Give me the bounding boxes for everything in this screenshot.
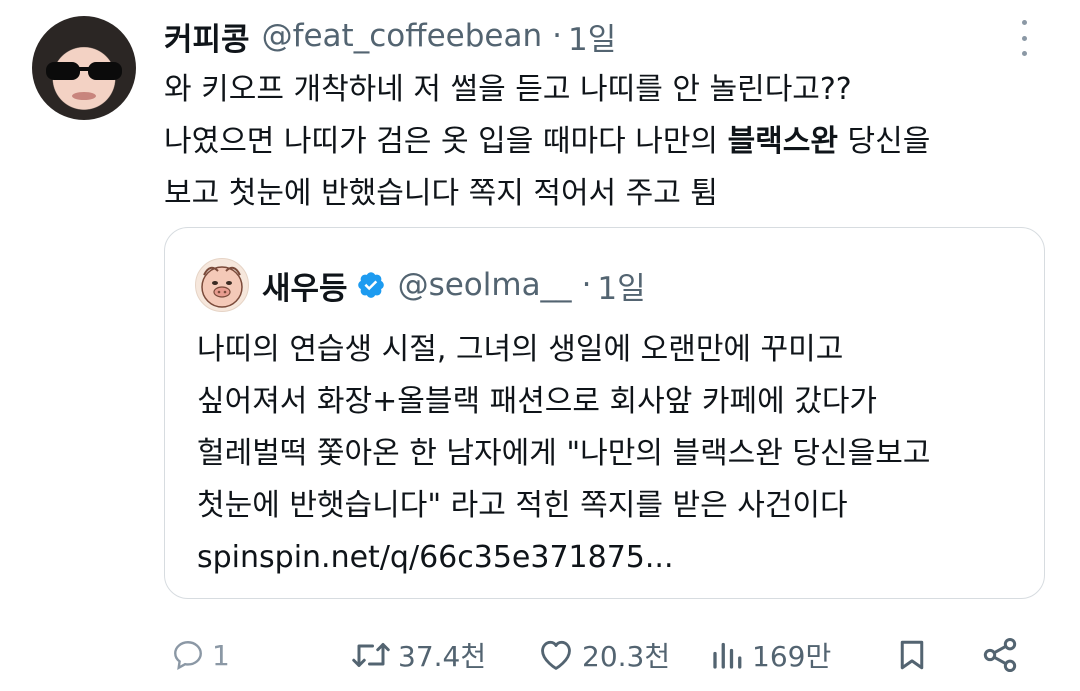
retweet-icon (352, 643, 390, 667)
quoted-author-avatar[interactable] (195, 258, 249, 312)
reply-icon (174, 641, 202, 670)
quoted-tweet-text: 나띠의 연습생 시절, 그녀의 생일에 오랜만에 꾸미고 싶어져서 화장+올블랙… (197, 324, 1027, 584)
quoted-text-line: 싶어져서 화장+올블랙 패션으로 회사앞 카페에 갔다가 (197, 384, 878, 419)
tweet-timestamp[interactable]: 1일 (568, 14, 616, 59)
cartoon-face-icon (201, 266, 243, 308)
like-count: 20.3천 (582, 640, 671, 673)
author-avatar[interactable] (32, 16, 136, 120)
quoted-tweet-card[interactable]: 새우등 @seolma__ · 1일 나띠의 연습생 시절, 그녀의 생일에 오… (164, 227, 1045, 599)
tweet-text-line: 보고 첫눈에 반했습니다 쪽지 적어서 주고 튐 (164, 176, 719, 211)
views-chart-icon (713, 642, 742, 669)
tweet-text-line: 나였으면 나띠가 검은 옷 입을 때마다 나만의 블랙스완 당신을 (164, 116, 1044, 168)
tweet-text: 와 키오프 개착하네 저 썰을 듣고 나띠를 안 놀린다고?? 나였으면 나띠가… (164, 64, 1044, 220)
separator-dot: · (581, 267, 592, 303)
reply-count: 1 (212, 638, 230, 672)
avatar-lips (72, 92, 96, 100)
author-display-name[interactable]: 커피콩 (164, 14, 250, 59)
tweet-text-line: 와 키오프 개착하네 저 썰을 듣고 나띠를 안 놀린다고?? (164, 72, 852, 107)
share-button[interactable] (980, 630, 1020, 680)
sunglasses-icon (46, 62, 122, 80)
tweet-text-fragment: 나였으면 나띠가 검은 옷 입을 때마다 나만의 (164, 124, 728, 159)
tweet-text-bold: 블랙스완 (727, 124, 838, 159)
heart-icon (541, 640, 571, 670)
share-icon (983, 638, 1017, 672)
quoted-link[interactable]: spinspin.net/q/66c35e371875... (197, 532, 1027, 584)
views-button[interactable]: 169만 (708, 630, 831, 680)
reply-button[interactable]: 1 (170, 630, 230, 680)
quoted-tweet-header: 새우등 @seolma__ · 1일 (262, 260, 646, 310)
retweet-button[interactable]: 37.4천 (350, 630, 486, 680)
quoted-author-handle[interactable]: @seolma__ (398, 267, 572, 303)
separator-dot: · (552, 18, 562, 54)
tweet-header: 커피콩 @feat_coffeebean · 1일 (164, 14, 616, 58)
bookmark-button[interactable] (894, 630, 930, 680)
quoted-text-line: 나띠의 연습생 시절, 그녀의 생일에 오랜만에 꾸미고 (197, 332, 844, 367)
view-count: 169만 (752, 640, 832, 673)
retweet-count: 37.4천 (398, 640, 487, 673)
action-bar: 1 37.4천 20.3천 169만 (164, 630, 1044, 680)
verified-badge-icon (357, 272, 384, 298)
bookmark-icon (900, 640, 924, 670)
quoted-tweet-timestamp[interactable]: 1일 (597, 263, 645, 308)
like-button[interactable]: 20.3천 (536, 630, 670, 680)
author-handle[interactable]: @feat_coffeebean (262, 18, 543, 54)
tweet-text-fragment: 당신을 (837, 124, 931, 159)
quoted-text-line: 첫눈에 반햇습니다" 라고 적힌 쪽지를 받은 사건이다 (197, 488, 848, 523)
quoted-author-display-name[interactable]: 새우등 (262, 263, 348, 308)
quoted-text-line: 헐레벌떡 쫓아온 한 남자에게 "나만의 블랙스완 당신을보고 (197, 436, 931, 471)
more-options-icon[interactable] (1012, 20, 1036, 56)
